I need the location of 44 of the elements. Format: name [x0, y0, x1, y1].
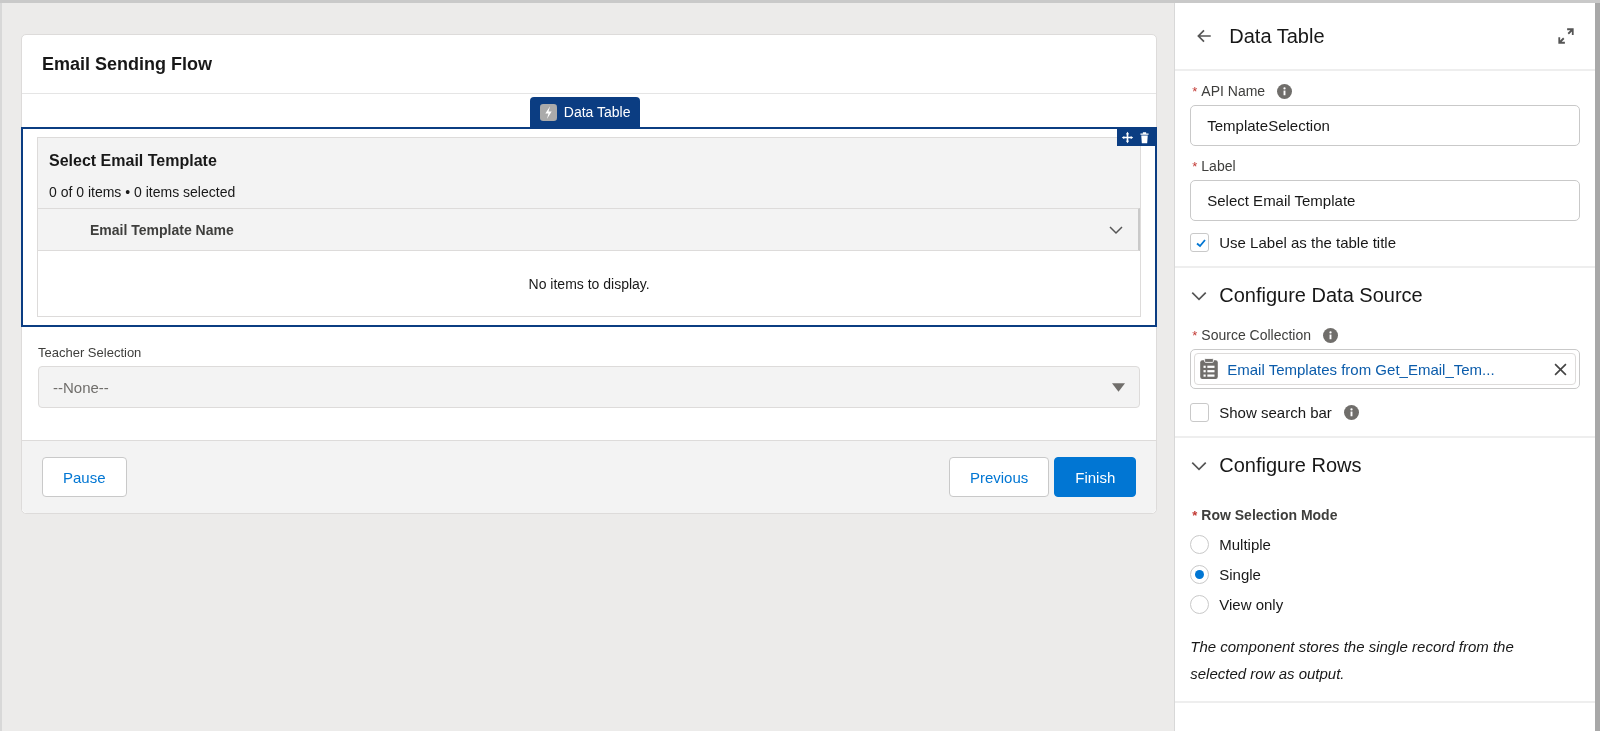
component-tab[interactable]: Data Table	[529, 97, 641, 127]
dropdown-caret-icon	[1112, 382, 1126, 392]
neutral-button[interactable]: Previous	[948, 457, 1050, 497]
picklist-field[interactable]: --None--	[38, 366, 1141, 408]
panel-title: Data Table	[1229, 24, 1326, 48]
expand-icon[interactable]	[1557, 27, 1575, 45]
required-mark: *	[1192, 83, 1198, 99]
field-label: Source Collection	[1201, 327, 1312, 343]
radio-label: View only	[1219, 595, 1284, 613]
field-label: Label	[1201, 158, 1236, 174]
required-mark: *	[1192, 158, 1198, 174]
required-mark: *	[1192, 327, 1198, 343]
section-header[interactable]: Configure Rows	[1190, 450, 1580, 497]
info-icon	[1343, 405, 1359, 420]
info-icon	[1323, 327, 1339, 343]
primary-button[interactable]: Finish	[1054, 457, 1137, 497]
move-icon[interactable]	[1121, 131, 1135, 144]
clipboard-list-icon	[1199, 358, 1220, 380]
table-summary: 0 of 0 items • 0 items selected	[48, 183, 237, 202]
flow-title: Email Sending Flow	[42, 53, 212, 75]
required-mark: *	[1192, 507, 1198, 523]
table-title: Select Email Template	[48, 151, 218, 171]
help-text: The component stores the single record from the selected row as output.	[1190, 637, 1515, 684]
delete-icon[interactable]	[1138, 131, 1152, 144]
checkbox[interactable]	[1190, 233, 1210, 252]
field-label: API Name	[1201, 83, 1266, 99]
field-label: Teacher Selection	[38, 345, 143, 360]
radio-label: Single	[1219, 565, 1261, 583]
text-field[interactable]: Select Email Template	[1190, 180, 1580, 221]
lightning-bolt-icon	[539, 103, 557, 121]
field-label: Row Selection Mode	[1201, 507, 1338, 523]
text-field[interactable]: TemplateSelection	[1190, 105, 1580, 146]
radio-label: Multiple	[1219, 535, 1271, 553]
column-header[interactable]: Email Template Name	[38, 208, 1141, 251]
empty-message: No items to display.	[528, 275, 650, 292]
resource-pill[interactable]: Email Templates from Get_Email_Tem...	[1194, 353, 1576, 385]
close-icon[interactable]	[1554, 362, 1567, 376]
neutral-button[interactable]: Pause	[42, 457, 127, 497]
checkbox-label: Show search bar	[1219, 404, 1332, 421]
section-header[interactable]: Configure Data Source	[1190, 280, 1580, 327]
checkbox-label: Use Label as the table title	[1219, 234, 1397, 251]
back-arrow-icon[interactable]	[1195, 27, 1214, 45]
checkbox[interactable]	[1190, 403, 1210, 422]
info-icon	[1277, 83, 1293, 99]
